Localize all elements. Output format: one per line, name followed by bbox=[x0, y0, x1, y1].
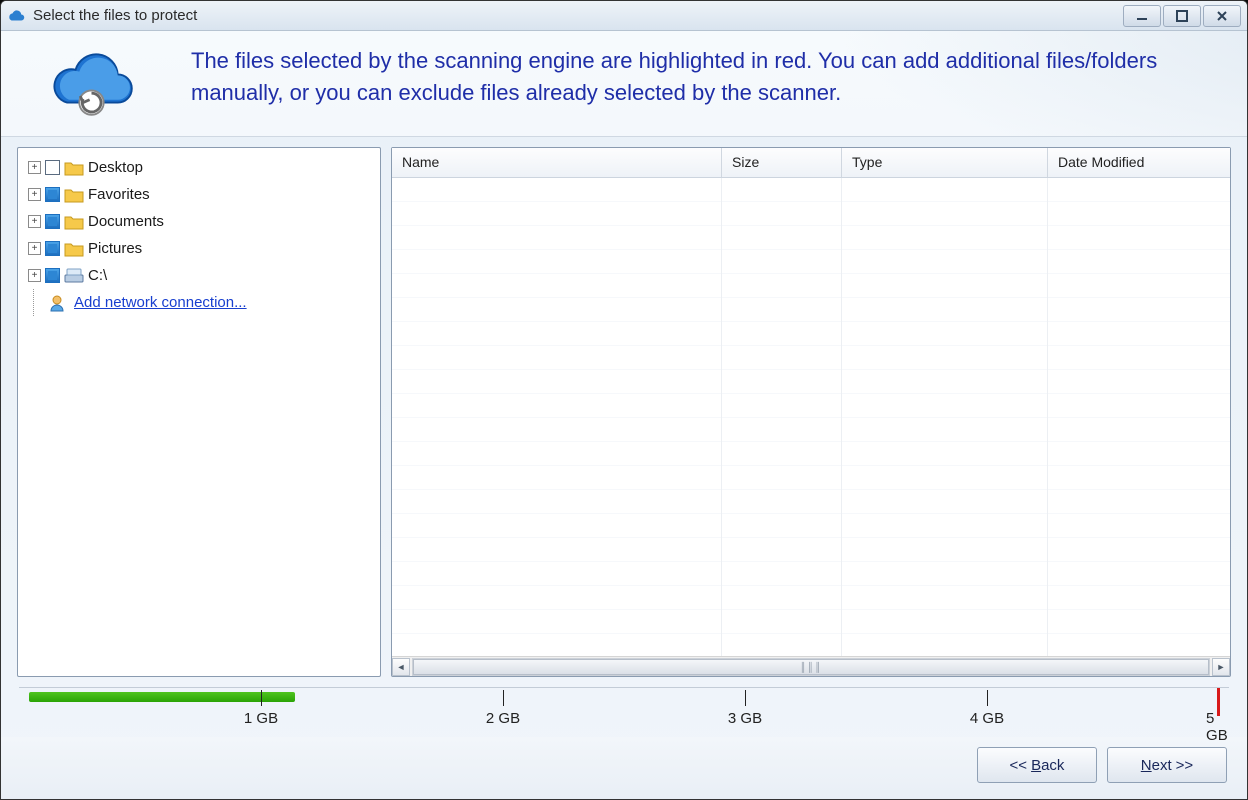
gauge-tick bbox=[503, 690, 504, 706]
scroll-right-button[interactable]: ► bbox=[1212, 658, 1230, 676]
folder-icon bbox=[64, 159, 84, 177]
main-content: + Desktop + Favorites + bbox=[1, 137, 1247, 683]
back-label-rest: ack bbox=[1041, 757, 1064, 774]
gauge-label: 5 GB bbox=[1206, 710, 1228, 744]
checkbox[interactable] bbox=[45, 241, 60, 256]
gauge-tick bbox=[745, 690, 746, 706]
tree-label: C:\ bbox=[88, 267, 107, 284]
window-title: Select the files to protect bbox=[33, 7, 1123, 24]
tree-label: Documents bbox=[88, 213, 164, 230]
add-network-link[interactable]: Add network connection... bbox=[74, 294, 247, 311]
tree-item-documents[interactable]: + Documents bbox=[24, 208, 374, 235]
minimize-button[interactable] bbox=[1123, 5, 1161, 27]
column-header-date-modified[interactable]: Date Modified bbox=[1048, 148, 1230, 177]
tree-item-favorites[interactable]: + Favorites bbox=[24, 181, 374, 208]
tree-item-add-network[interactable]: Add network connection... bbox=[24, 289, 374, 316]
storage-used-bar bbox=[29, 692, 295, 702]
back-button[interactable]: << Back bbox=[977, 747, 1097, 783]
gauge-label: 1 GB bbox=[244, 710, 278, 727]
storage-gauge-area: 1 GB 2 GB 3 GB 4 GB 5 GB bbox=[1, 683, 1247, 737]
instruction-text: The files selected by the scanning engin… bbox=[191, 45, 1207, 109]
file-list: Name Size Type Date Modified ◄ ║║║ ► bbox=[391, 147, 1231, 677]
gauge-tick bbox=[261, 690, 262, 706]
file-grid-lines bbox=[392, 178, 1230, 656]
expand-icon[interactable]: + bbox=[28, 242, 41, 255]
checkbox[interactable] bbox=[45, 214, 60, 229]
wizard-footer: << Back Next >> bbox=[1, 737, 1247, 799]
expand-icon[interactable]: + bbox=[28, 269, 41, 282]
file-list-body[interactable] bbox=[392, 178, 1230, 656]
tree-item-c-drive[interactable]: + C:\ bbox=[24, 262, 374, 289]
maximize-button[interactable] bbox=[1163, 5, 1201, 27]
gauge-label: 4 GB bbox=[970, 710, 1004, 727]
back-arrows: << bbox=[1010, 757, 1028, 774]
folder-tree[interactable]: + Desktop + Favorites + bbox=[17, 147, 381, 677]
next-button[interactable]: Next >> bbox=[1107, 747, 1227, 783]
checkbox[interactable] bbox=[45, 160, 60, 175]
tree-label: Favorites bbox=[88, 186, 150, 203]
expand-icon[interactable]: + bbox=[28, 188, 41, 201]
tree-branch-icon bbox=[28, 289, 46, 316]
cloud-backup-icon bbox=[31, 45, 151, 126]
folder-icon bbox=[64, 213, 84, 231]
network-user-icon bbox=[50, 294, 70, 312]
horizontal-scrollbar[interactable]: ◄ ║║║ ► bbox=[392, 656, 1230, 676]
gauge-label: 3 GB bbox=[728, 710, 762, 727]
tree-label: Desktop bbox=[88, 159, 143, 176]
titlebar: Select the files to protect bbox=[1, 1, 1247, 31]
folder-icon bbox=[64, 186, 84, 204]
scroll-left-button[interactable]: ◄ bbox=[392, 658, 410, 676]
scroll-thumb[interactable]: ║║║ bbox=[413, 659, 1209, 675]
app-icon bbox=[7, 7, 25, 25]
drive-icon bbox=[64, 267, 84, 285]
next-label-rest: ext bbox=[1152, 757, 1172, 774]
tree-item-pictures[interactable]: + Pictures bbox=[24, 235, 374, 262]
column-header-name[interactable]: Name bbox=[392, 148, 722, 177]
storage-gauge: 1 GB 2 GB 3 GB 4 GB 5 GB bbox=[19, 687, 1229, 735]
tree-label: Pictures bbox=[88, 240, 142, 257]
header-band: The files selected by the scanning engin… bbox=[1, 31, 1247, 137]
window-controls bbox=[1123, 5, 1241, 27]
expand-icon[interactable]: + bbox=[28, 215, 41, 228]
close-button[interactable] bbox=[1203, 5, 1241, 27]
back-hotkey: B bbox=[1031, 757, 1041, 774]
column-header-size[interactable]: Size bbox=[722, 148, 842, 177]
next-arrows: >> bbox=[1176, 757, 1194, 774]
checkbox[interactable] bbox=[45, 187, 60, 202]
expand-icon[interactable]: + bbox=[28, 161, 41, 174]
next-hotkey: N bbox=[1141, 757, 1152, 774]
tree-item-desktop[interactable]: + Desktop bbox=[24, 154, 374, 181]
app-window: Select the files to protect The files bbox=[0, 0, 1248, 800]
gauge-tick bbox=[987, 690, 988, 706]
scroll-track[interactable]: ║║║ bbox=[412, 658, 1210, 676]
file-list-header: Name Size Type Date Modified bbox=[392, 148, 1230, 178]
column-header-type[interactable]: Type bbox=[842, 148, 1048, 177]
checkbox[interactable] bbox=[45, 268, 60, 283]
gauge-label: 2 GB bbox=[486, 710, 520, 727]
folder-icon bbox=[64, 240, 84, 258]
